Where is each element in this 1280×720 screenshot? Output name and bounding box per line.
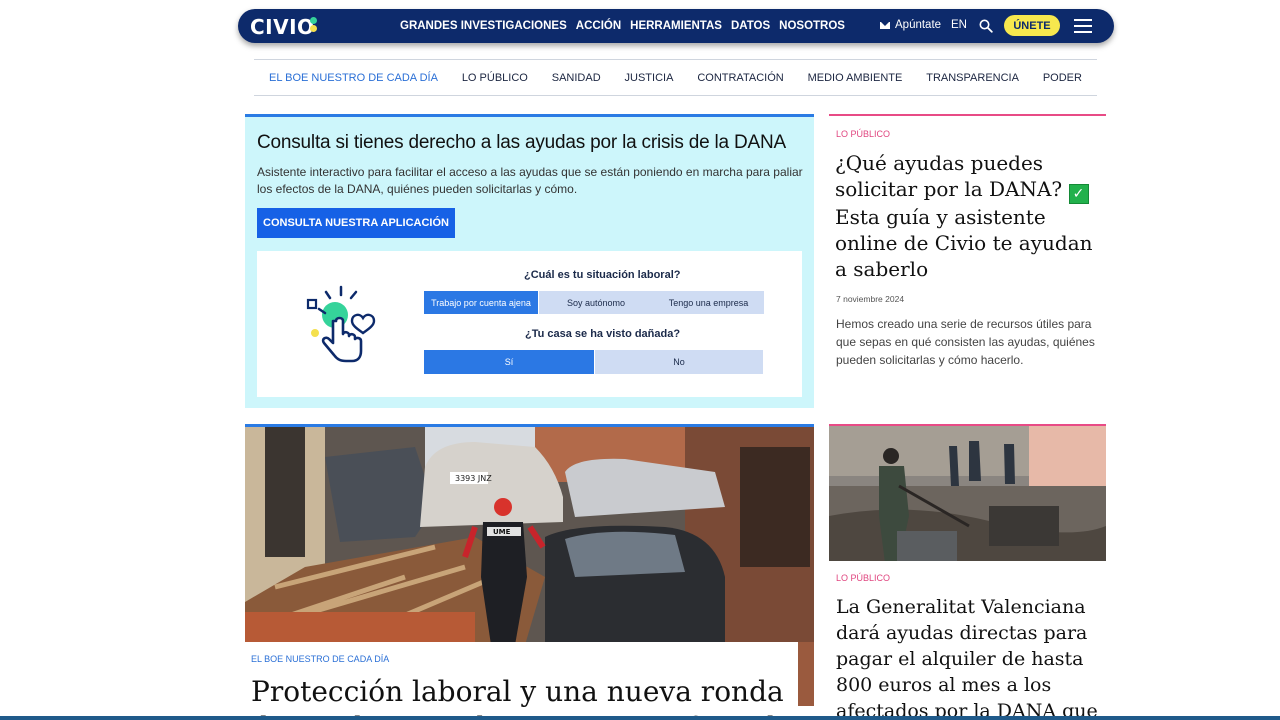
dana-aid-card: Consulta si tienes derecho a las ayudas … — [245, 114, 814, 408]
category-sanidad[interactable]: SANIDAD — [552, 72, 601, 84]
nav-item-investigaciones[interactable]: GRANDES INVESTIGACIONES — [400, 20, 567, 32]
nav-item-datos[interactable]: DATOS — [731, 20, 770, 32]
option-empresa[interactable]: Tengo una empresa — [653, 291, 764, 314]
main-article-tag[interactable]: EL BOE NUESTRO DE CADA DÍA — [251, 654, 389, 664]
dana-card-description: Asistente interactivo para facilitar el … — [257, 165, 803, 196]
employment-question: ¿Cuál es tu situación laboral? — [524, 269, 681, 281]
article-title-text: ¿Qué ayudas puedes solicitar por la DANA… — [835, 151, 1063, 201]
article-date: 7 noviembre 2024 — [836, 294, 905, 304]
article2-tag[interactable]: LO PÚBLICO — [836, 573, 890, 583]
article-title[interactable]: ¿Qué ayudas puedes solicitar por la DANA… — [835, 150, 1097, 282]
category-medio-ambiente[interactable]: MEDIO AMBIENTE — [808, 72, 903, 84]
flood-street-photo[interactable] — [829, 424, 1106, 561]
flood-street-image — [829, 426, 1106, 561]
category-poder[interactable]: PODER — [1043, 72, 1082, 84]
envelope-icon — [880, 21, 890, 29]
main-article-title[interactable]: Protección laboral y una nueva ronda de … — [251, 674, 811, 720]
nav-item-herramientas[interactable]: HERRAMIENTAS — [630, 20, 722, 32]
logo-dots-icon — [310, 17, 318, 33]
main-nav: GRANDES INVESTIGACIONES ACCIÓN HERRAMIEN… — [400, 9, 854, 43]
consult-app-button[interactable]: CONSULTA NUESTRA APLICACIÓN — [257, 208, 455, 238]
option-no[interactable]: No — [595, 350, 763, 374]
category-boe[interactable]: EL BOE NUESTRO DE CADA DÍA — [269, 72, 438, 84]
bottom-divider — [0, 716, 1280, 720]
dana-card-title[interactable]: Consulta si tienes derecho a las ayudas … — [257, 132, 786, 154]
flood-debris-photo[interactable]: 3393 JNZ UME — [245, 424, 814, 642]
article2-title[interactable]: La Generalitat Valenciana dará ayudas di… — [836, 594, 1106, 720]
article-excerpt: Hemos creado una serie de recursos útile… — [836, 317, 1095, 367]
checkmark-icon: ✓ — [1068, 184, 1089, 204]
nav-item-accion[interactable]: ACCIÓN — [576, 20, 621, 32]
option-cuenta-ajena[interactable]: Trabajo por cuenta ajena — [424, 291, 538, 314]
flood-debris-image: 3393 JNZ UME — [245, 427, 814, 642]
license-plate: 3393 JNZ — [455, 474, 492, 483]
subscribe-label: Apúntate — [895, 19, 942, 31]
option-autonomo[interactable]: Soy autónomo — [539, 291, 653, 314]
article-card-ayudas: LO PÚBLICO ¿Qué ayudas puedes solicitar … — [829, 114, 1106, 394]
language-switch[interactable]: EN — [951, 19, 967, 31]
nav-item-nosotros[interactable]: NOSOTROS — [779, 20, 845, 32]
category-contratacion[interactable]: CONTRATACIÓN — [697, 72, 783, 84]
civio-logo[interactable]: CIVIO — [250, 15, 315, 39]
ume-vest-label: UME — [493, 528, 511, 536]
article-title-continued: Esta guía y asistente online de Civio te… — [835, 205, 1093, 281]
pointing-hand-icon — [306, 285, 376, 363]
category-lo-publico[interactable]: LO PÚBLICO — [462, 72, 528, 84]
category-bar: EL BOE NUESTRO DE CADA DÍA LO PÚBLICO SA… — [254, 59, 1097, 96]
subscribe-link[interactable]: Apúntate — [880, 19, 941, 31]
aid-assistant-widget: ¿Cuál es tu situación laboral? Trabajo p… — [257, 251, 802, 397]
join-button[interactable]: ÚNETE — [1004, 15, 1060, 36]
top-nav-bar: CIVIO GRANDES INVESTIGACIONES ACCIÓN HER… — [238, 9, 1114, 43]
hamburger-menu-icon[interactable] — [1074, 19, 1092, 33]
search-icon[interactable] — [979, 19, 993, 33]
category-justicia[interactable]: JUSTICIA — [625, 72, 674, 84]
option-si[interactable]: Sí — [424, 350, 594, 374]
article-tag[interactable]: LO PÚBLICO — [836, 129, 890, 139]
category-transparencia[interactable]: TRANSPARENCIA — [926, 72, 1019, 84]
house-damage-question: ¿Tu casa se ha visto dañada? — [525, 328, 681, 340]
